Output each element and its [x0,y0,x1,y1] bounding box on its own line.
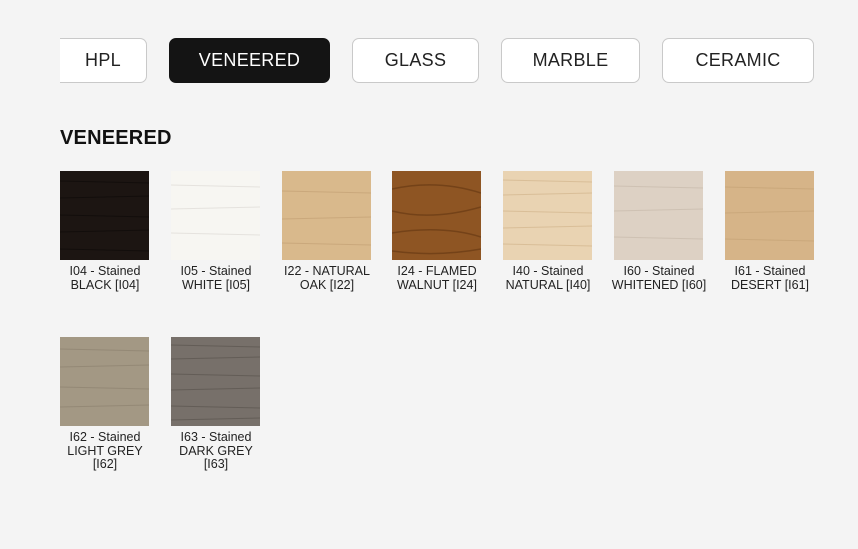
swatch-i63[interactable]: I63 - Stained DARK GREY [I63] [171,337,260,472]
wood-swatch-image [503,171,592,260]
tab-label: HPL [85,50,121,70]
tab-glass[interactable]: GLASS [352,38,479,83]
swatch-i40[interactable]: I40 - Stained NATURAL [I40] [503,171,592,292]
swatch-i60[interactable]: I60 - Stained WHITENED [I60] [612,171,706,292]
swatch-i05[interactable]: I05 - Stained WHITE [I05] [171,171,260,292]
section-title: VENEERED [60,127,172,149]
wood-swatch-image [60,337,149,426]
wood-swatch-image [725,171,814,260]
swatch-i22[interactable]: I22 - NATURAL OAK [I22] [282,171,371,292]
tab-marble[interactable]: MARBLE [501,38,640,83]
swatch-label: I05 - Stained WHITE [I05] [180,264,252,292]
swatch-i62[interactable]: I62 - Stained LIGHT GREY [I62] [60,337,149,472]
tab-veneered[interactable]: VENEERED [169,38,330,83]
material-tabs: HPL VENEERED GLASS MARBLE CERAMIC [0,38,858,85]
wood-swatch-image [171,171,260,260]
wood-swatch-image [392,171,481,260]
wood-swatch-image [282,171,371,260]
swatch-label: I63 - Stained DARK GREY [I63] [179,430,253,471]
swatch-label: I40 - Stained NATURAL [I40] [505,264,591,292]
swatch-label: I60 - Stained WHITENED [I60] [611,264,707,292]
swatch-i24[interactable]: I24 - FLAMED WALNUT [I24] [392,171,481,292]
tab-label: GLASS [384,50,447,70]
wood-swatch-image [60,171,149,260]
tab-ceramic[interactable]: CERAMIC [662,38,814,83]
swatch-label: I24 - FLAMED WALNUT [I24] [397,264,477,292]
swatch-label: I62 - Stained LIGHT GREY [I62] [67,430,143,471]
swatch-i61[interactable]: I61 - Stained DESERT [I61] [725,171,814,292]
swatch-label: I22 - NATURAL OAK [I22] [284,264,370,292]
tab-label: CERAMIC [695,50,781,70]
tab-label: VENEERED [198,50,301,70]
wood-swatch-image [171,337,260,426]
swatch-label: I61 - Stained DESERT [I61] [730,264,810,292]
swatch-i04[interactable]: I04 - Stained BLACK [I04] [60,171,149,292]
tab-label: MARBLE [532,50,609,70]
swatch-label: I04 - Stained BLACK [I04] [69,264,141,292]
wood-swatch-image [614,171,703,260]
tab-hpl[interactable]: HPL [60,38,147,83]
material-selector-page: HPL VENEERED GLASS MARBLE CERAMIC VENEER… [0,0,858,549]
